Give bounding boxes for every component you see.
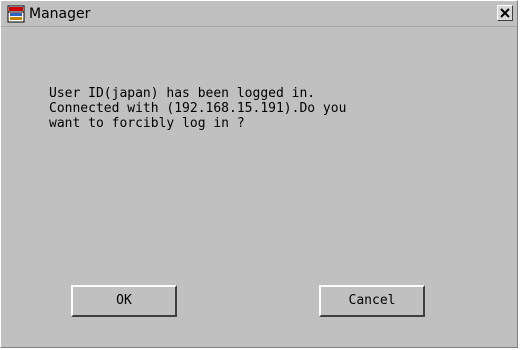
manager-app-icon [7,5,25,23]
title-bar[interactable]: Manager [1,1,517,27]
close-button[interactable] [497,5,513,21]
dialog-message: User ID(japan) has been logged in. Conne… [49,86,347,131]
close-icon [500,8,510,18]
manager-dialog-window: Manager User ID(japan) has been logged i… [0,0,518,348]
ok-button[interactable]: OK [71,285,177,317]
window-title: Manager [29,6,91,22]
cancel-button[interactable]: Cancel [319,285,425,317]
